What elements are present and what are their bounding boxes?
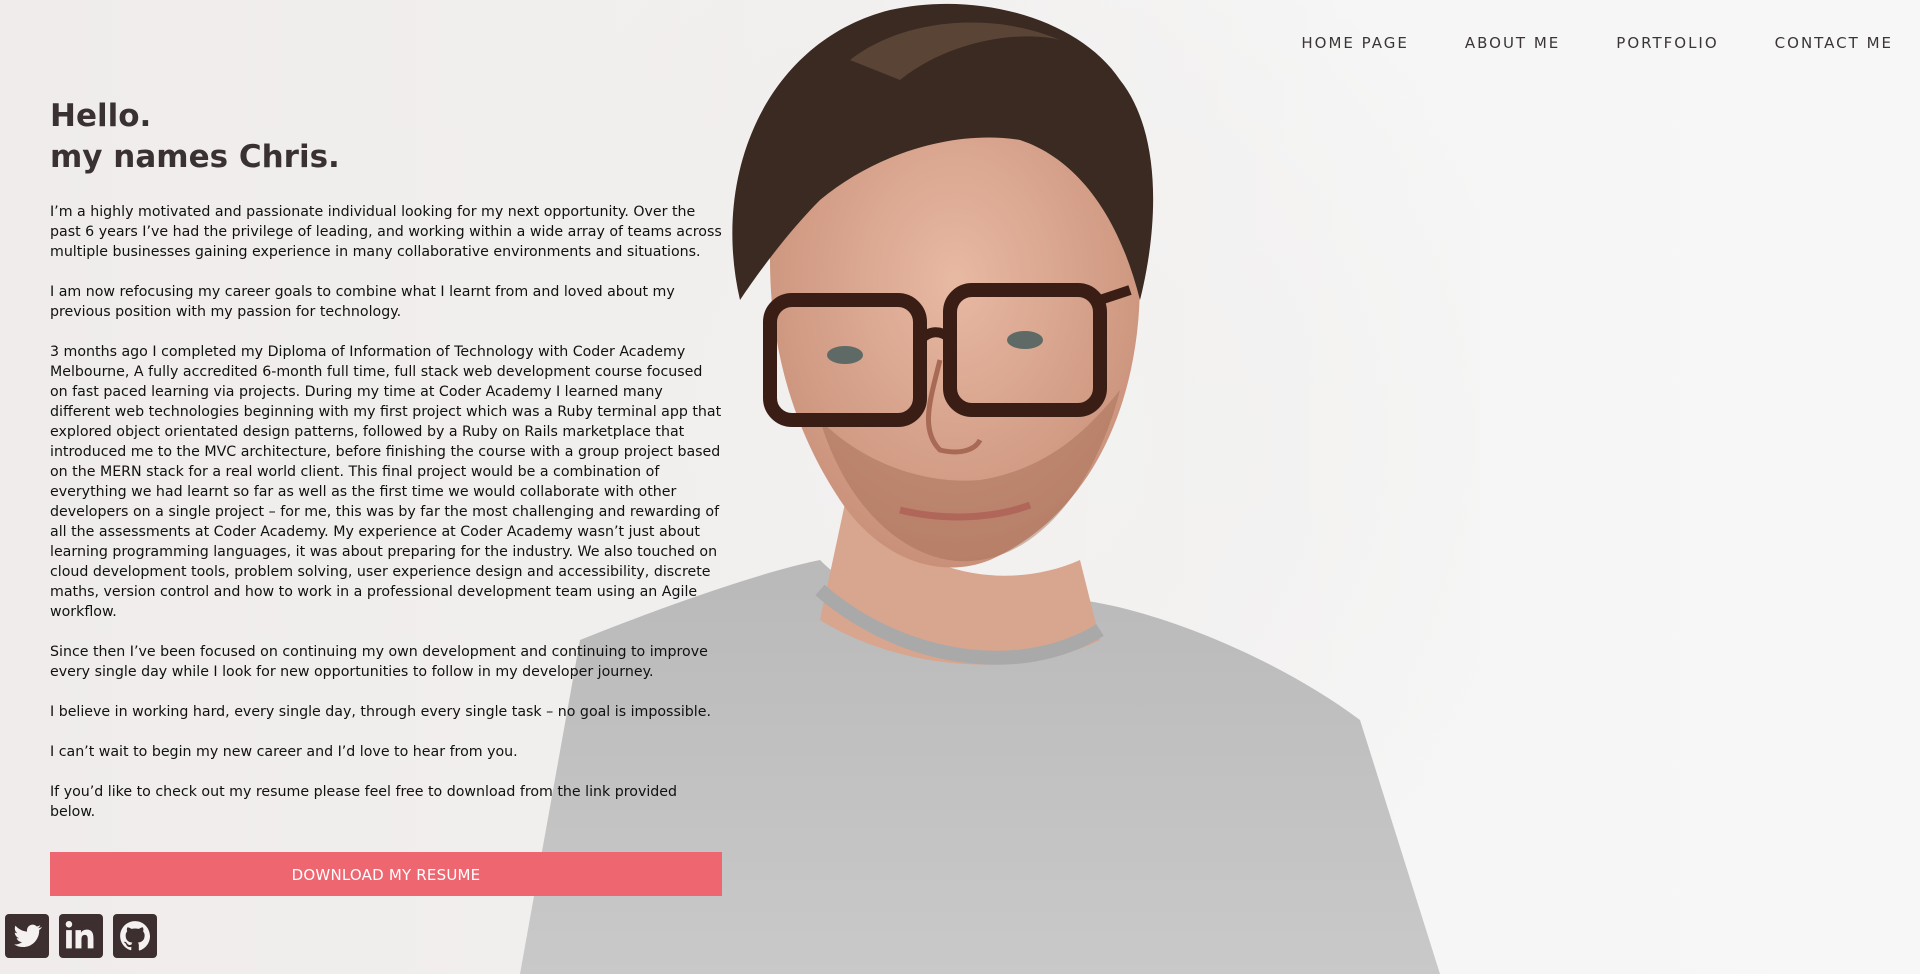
bio-paragraph-4: Since then I’ve been focused on continui… [50, 644, 708, 680]
github-icon[interactable] [113, 914, 157, 958]
nav-portfolio[interactable]: PORTFOLIO [1616, 34, 1718, 52]
bio-paragraph-5: I believe in working hard, every single … [50, 704, 711, 720]
bio-paragraph-3: 3 months ago I completed my Diploma of I… [50, 344, 722, 620]
nav-about-me[interactable]: ABOUT ME [1465, 34, 1560, 52]
bio-paragraph-7: If you’d like to check out my resume ple… [50, 784, 678, 820]
social-links [5, 914, 157, 958]
bio-paragraph-6: I can’t wait to begin my new career and … [50, 744, 518, 760]
main-nav: HOME PAGE ABOUT ME PORTFOLIO CONTACT ME [1301, 34, 1893, 52]
greeting-line-1: Hello. [50, 98, 152, 134]
page-title: Hello. my names Chris. [50, 96, 722, 178]
nav-home-page[interactable]: HOME PAGE [1301, 34, 1408, 52]
about-section: Hello. my names Chris. I’m a highly moti… [50, 96, 722, 896]
bio-paragraph-1: I’m a highly motivated and passionate in… [50, 204, 722, 260]
page: HOME PAGE ABOUT ME PORTFOLIO CONTACT ME … [0, 0, 1920, 974]
download-resume-button[interactable]: DOWNLOAD MY RESUME [50, 852, 722, 896]
nav-contact-me[interactable]: CONTACT ME [1775, 34, 1893, 52]
bio-paragraph-2: I am now refocusing my career goals to c… [50, 284, 675, 320]
twitter-icon[interactable] [5, 914, 49, 958]
greeting-line-2: my names Chris. [50, 139, 340, 175]
linkedin-icon[interactable] [59, 914, 103, 958]
